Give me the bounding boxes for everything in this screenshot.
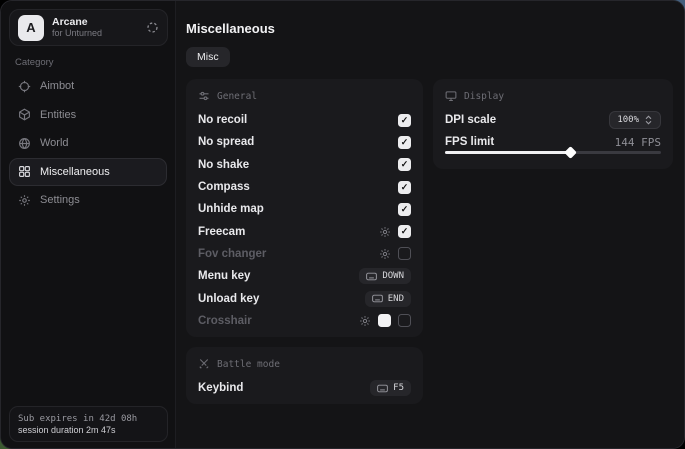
freecam-checkbox[interactable]: ✓: [398, 225, 411, 238]
compass-checkbox[interactable]: ✓: [398, 181, 411, 194]
unload-key-keybind-button[interactable]: END: [365, 291, 411, 307]
check-icon: ✓: [401, 160, 409, 169]
keybind-value: DOWN: [382, 271, 404, 281]
setting-row: Freecam ✓: [198, 220, 411, 242]
cube-icon: [18, 108, 31, 121]
subscription-box: Sub expires in 42d 08h session duration …: [9, 406, 168, 442]
setting-label: Unhide map: [198, 203, 264, 215]
sidebar-item-aimbot[interactable]: Aimbot: [9, 72, 167, 100]
fov-changer-checkbox[interactable]: [398, 247, 411, 260]
setting-label: Freecam: [198, 226, 245, 238]
keybind-value: F5: [393, 383, 404, 393]
globe-icon: [18, 137, 31, 150]
display-panel: Display DPI scale 100%: [433, 79, 673, 169]
no-spread-checkbox[interactable]: ✓: [398, 136, 411, 149]
setting-row: No recoil ✓: [198, 109, 411, 131]
panel-title: General: [217, 91, 257, 102]
setting-label: Compass: [198, 181, 250, 193]
setting-label: No spread: [198, 136, 254, 148]
sidebar-item-settings[interactable]: Settings: [9, 186, 167, 214]
crosshair-color-swatch[interactable]: [378, 314, 391, 327]
sidebar-nav: Aimbot Entities: [9, 72, 167, 215]
setting-label: No shake: [198, 159, 249, 171]
setting-row: Unhide map ✓: [198, 198, 411, 220]
sidebar-item-label: Aimbot: [40, 80, 74, 92]
setting-row: No shake ✓: [198, 154, 411, 176]
check-icon: ✓: [401, 227, 409, 236]
check-icon: ✓: [401, 205, 409, 214]
unfold-icon: [644, 115, 653, 125]
page-title: Miscellaneous: [186, 21, 275, 36]
setting-row: Keybind F5: [198, 377, 411, 399]
setting-label: No recoil: [198, 114, 247, 126]
sub-expiry-text: Sub expires in 42d 08h: [18, 414, 159, 424]
fps-limit-slider[interactable]: [445, 147, 661, 157]
sidebar-item-world[interactable]: World: [9, 129, 167, 157]
crosshair-settings-gear-icon[interactable]: [359, 315, 371, 327]
setting-row: Unload key END: [198, 287, 411, 309]
setting-label: Unload key: [198, 293, 259, 305]
tab-misc[interactable]: Misc: [186, 47, 230, 67]
check-icon: ✓: [401, 138, 409, 147]
main-content: Miscellaneous Misc General No recoil ✓: [176, 1, 684, 448]
setting-label: DPI scale: [445, 114, 496, 126]
sidebar-item-label: Settings: [40, 194, 80, 206]
setting-label: Crosshair: [198, 315, 252, 327]
no-shake-checkbox[interactable]: ✓: [398, 158, 411, 171]
session-duration-text: session duration 2m 47s: [18, 425, 159, 435]
panel-title: Display: [464, 91, 504, 102]
dpi-scale-value: 100%: [617, 115, 639, 125]
fov-changer-settings-gear-icon[interactable]: [379, 248, 391, 260]
sidebar-item-label: World: [40, 137, 69, 149]
check-icon: ✓: [401, 183, 409, 192]
crosshair-icon: [18, 80, 31, 93]
crosshair-checkbox[interactable]: [398, 314, 411, 327]
battle-mode-keybind-button[interactable]: F5: [370, 380, 411, 396]
menu-key-keybind-button[interactable]: DOWN: [359, 268, 411, 284]
brand-name: Arcane: [52, 16, 138, 28]
brand-header: A Arcane for Unturned: [9, 9, 168, 46]
slider-fill: [445, 151, 570, 154]
brand-logo: A: [18, 15, 44, 41]
setting-label: Menu key: [198, 270, 250, 282]
monitor-icon: [445, 90, 457, 102]
general-panel: General No recoil ✓ No spread ✓ No shake: [186, 79, 423, 337]
keyboard-icon: [377, 384, 388, 393]
battle-mode-panel: Battle mode Keybind F5: [186, 347, 423, 404]
sidebar: A Arcane for Unturned Category: [1, 1, 176, 448]
sidebar-item-entities[interactable]: Entities: [9, 101, 167, 129]
sliders-icon: [198, 90, 210, 102]
setting-label: Keybind: [198, 382, 243, 394]
slider-thumb[interactable]: [564, 146, 577, 159]
setting-row: No spread ✓: [198, 131, 411, 153]
keybind-value: END: [388, 294, 404, 304]
setting-label: Fov changer: [198, 248, 266, 260]
sidebar-item-label: Entities: [40, 109, 76, 121]
sidebar-item-label: Miscellaneous: [40, 166, 110, 178]
setting-row: DPI scale 100%: [445, 109, 661, 131]
grid-icon: [18, 165, 31, 178]
setting-row: Crosshair: [198, 310, 411, 332]
keyboard-icon: [372, 294, 383, 303]
setting-row: Compass ✓: [198, 176, 411, 198]
spinner-icon[interactable]: [146, 21, 159, 34]
sidebar-item-miscellaneous[interactable]: Miscellaneous: [9, 158, 167, 186]
setting-row: Fov changer: [198, 243, 411, 265]
no-recoil-checkbox[interactable]: ✓: [398, 114, 411, 127]
panel-title: Battle mode: [217, 359, 280, 370]
freecam-settings-gear-icon[interactable]: [379, 226, 391, 238]
screen: A Arcane for Unturned Category: [0, 0, 685, 449]
swords-icon: [198, 358, 210, 370]
gear-icon: [18, 194, 31, 207]
unhide-map-checkbox[interactable]: ✓: [398, 203, 411, 216]
category-label: Category: [15, 57, 54, 68]
cheat-menu-window: A Arcane for Unturned Category: [0, 0, 685, 449]
check-icon: ✓: [401, 116, 409, 125]
setting-row: Menu key DOWN: [198, 265, 411, 287]
brand-subtitle: for Unturned: [52, 28, 138, 38]
keyboard-icon: [366, 272, 377, 281]
dpi-scale-select[interactable]: 100%: [609, 111, 661, 129]
